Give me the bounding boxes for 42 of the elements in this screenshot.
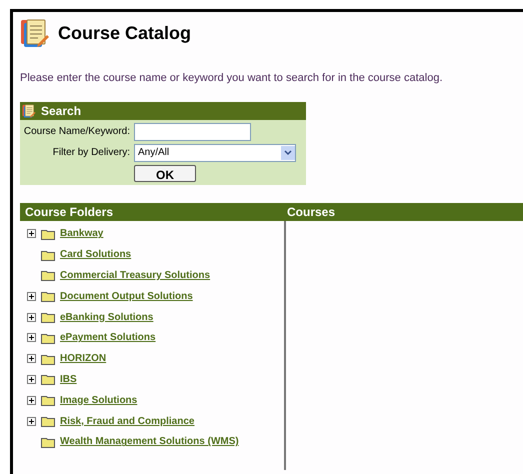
folder-icon — [41, 415, 55, 428]
ok-button[interactable]: OK — [134, 164, 196, 182]
folder-icon — [41, 332, 55, 344]
folder-icon — [41, 228, 55, 240]
folder-link[interactable]: Wealth Management Solutions (WMS) — [60, 434, 239, 450]
expand-icon[interactable] — [27, 374, 36, 384]
folder-icon — [41, 373, 55, 386]
expand-icon[interactable] — [27, 333, 36, 342]
expand-icon[interactable] — [27, 229, 36, 238]
folder-link[interactable]: eBanking Solutions — [60, 310, 154, 325]
column-header: Courses — [286, 204, 336, 220]
folder-link[interactable]: Document Output Solutions — [60, 288, 193, 304]
folder-link[interactable]: IBS — [60, 372, 77, 387]
folder-link[interactable]: Image Solutions — [60, 392, 138, 408]
folder-link[interactable]: Card Solutions — [60, 247, 132, 262]
folder-link[interactable]: Bankway — [60, 226, 104, 242]
expand-icon[interactable] — [27, 354, 36, 364]
folder-icon — [41, 394, 55, 406]
expand-icon[interactable] — [27, 312, 36, 322]
delivery-label: Filter by Delivery: — [52, 146, 130, 160]
folder-icon — [41, 311, 55, 324]
keyword-label: Course Name/Keyword: — [22, 125, 130, 139]
folder-icon — [41, 436, 55, 448]
expand-icon[interactable] — [27, 416, 36, 426]
folder-icon — [41, 248, 55, 261]
delivery-dropdown[interactable]: Any/All — [134, 144, 296, 162]
notebook-icon — [20, 18, 50, 48]
expand-icon[interactable] — [27, 292, 36, 301]
notebook-icon — [22, 104, 36, 118]
column-header: Course Folders — [24, 204, 114, 220]
expand-icon[interactable] — [27, 396, 36, 405]
folder-icon — [41, 269, 55, 282]
folder-link[interactable]: ePayment Solutions — [60, 330, 156, 346]
page-title: Course Catalog — [58, 22, 192, 45]
folder-icon — [41, 352, 55, 365]
folder-link[interactable]: Risk, Fraud and Compliance — [60, 414, 194, 429]
folder-link[interactable]: Commercial Treasury Solutions — [60, 268, 210, 283]
search-title: Search — [41, 102, 82, 120]
instructions-text: Please enter the course name or keyword you want to search for in the course catalog. — [20, 71, 444, 86]
folder-link[interactable]: HORIZON — [60, 351, 106, 366]
folder-icon — [41, 290, 55, 302]
keyword-field[interactable] — [134, 122, 251, 140]
